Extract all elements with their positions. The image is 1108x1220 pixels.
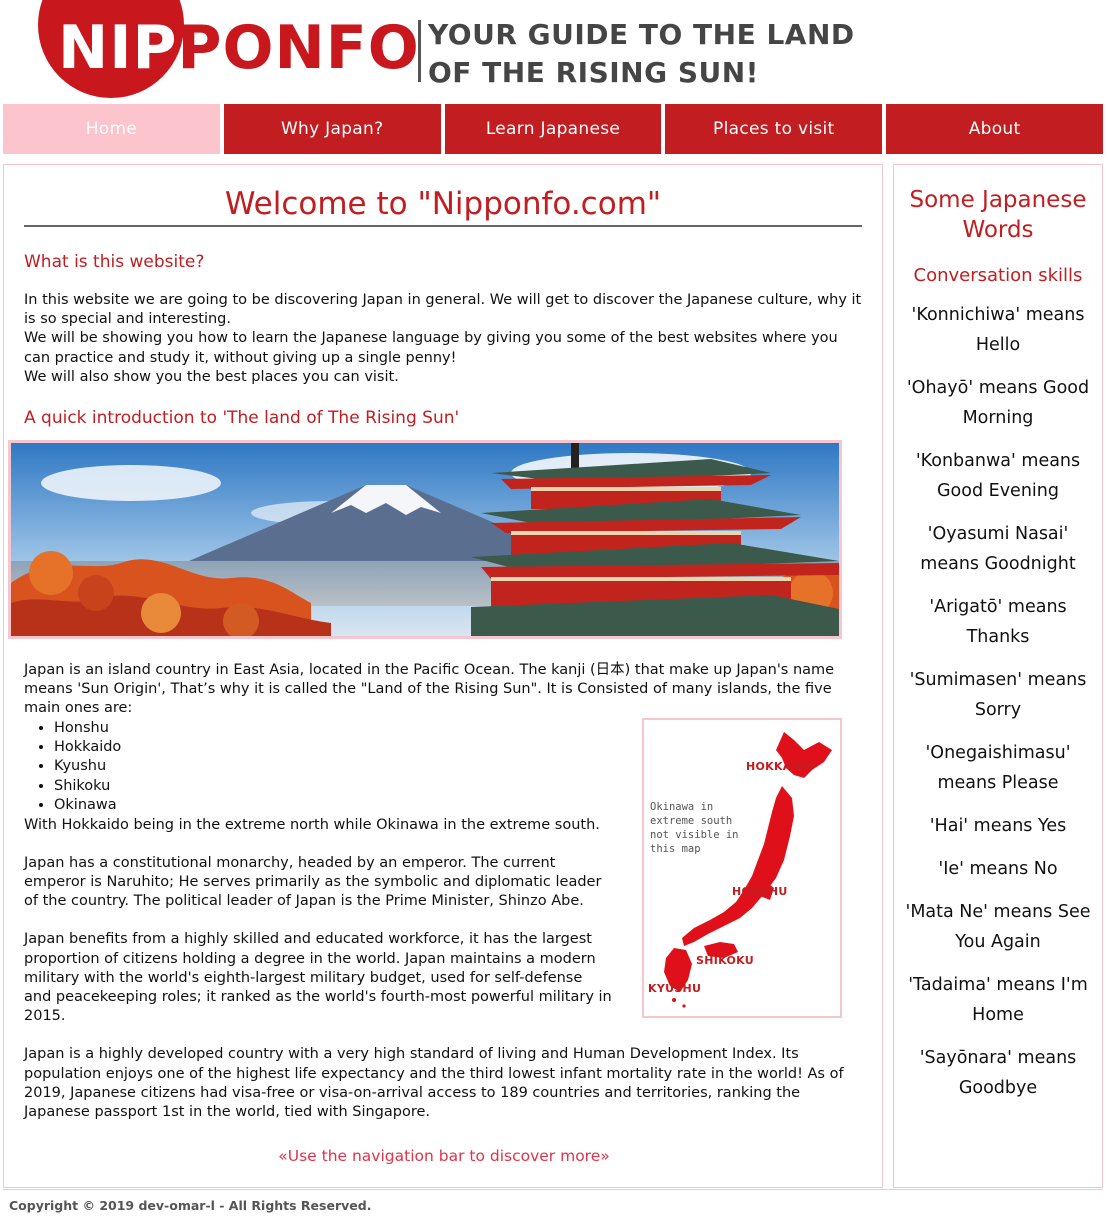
word-item: 'Ohayō' means Good Morning xyxy=(906,378,1090,428)
intro-paragraph-2: We will be showing you how to learn the … xyxy=(24,330,838,366)
word-item: 'Arigatō' means Thanks xyxy=(929,597,1067,647)
word-item: 'Mata Ne' means See You Again xyxy=(905,902,1091,952)
section-heading-intro: A quick introduction to 'The land of The… xyxy=(24,408,460,429)
main-content: Welcome to "Nipponfo.com" What is this w… xyxy=(3,164,883,1188)
site-footer: Copyright © 2019 dev-omar-l - All Rights… xyxy=(3,1189,1103,1220)
copyright-text: Copyright © 2019 dev-omar-l - All Rights… xyxy=(9,1197,372,1213)
intro-block: In this website we are going to be disco… xyxy=(24,291,862,387)
word-item: 'Sumimasen' means Sorry xyxy=(909,670,1087,720)
discover-more-link[interactable]: «Use the navigation bar to discover more… xyxy=(24,1147,864,1165)
developed-country-paragraph: Japan is a highly developed country with… xyxy=(24,1046,844,1121)
site-logo[interactable]: NIPPONFO xyxy=(58,6,420,90)
tagline-line-1: YOUR GUIDE TO THE LAND xyxy=(428,18,855,51)
map-label-hokkaido: HOKKAIDO xyxy=(746,760,816,773)
sidebar-subtitle: Conversation skills xyxy=(913,265,1083,286)
hokkaido-okinawa-note: With Hokkaido being in the extreme north… xyxy=(24,816,600,833)
nav-why-japan[interactable]: Why Japan? xyxy=(223,104,441,154)
map-label-honshu: HONSHU xyxy=(732,885,788,898)
word-item: 'Oyasumi Nasai' means Goodnight xyxy=(920,524,1076,574)
logo-text-red: PONFO xyxy=(177,13,420,83)
monarchy-paragraph: Japan has a constitutional monarchy, hea… xyxy=(24,854,602,910)
intro-paragraph-1: In this website we are going to be disco… xyxy=(24,292,862,328)
word-item: 'Tadaima' means I'm Home xyxy=(908,975,1088,1025)
japanese-words-sidebar: Some Japanese Words Conversation skills … xyxy=(893,164,1103,1188)
word-item: 'Konnichiwa' means Hello xyxy=(911,305,1085,355)
intro-paragraph-3: We will also show you the best places yo… xyxy=(24,368,399,385)
nav-learn-japanese[interactable]: Learn Japanese xyxy=(444,104,662,154)
nav-places-to-visit[interactable]: Places to visit xyxy=(665,104,883,154)
site-tagline: YOUR GUIDE TO THE LAND OF THE RISING SUN… xyxy=(428,16,855,92)
word-item: 'Hai' means Yes xyxy=(929,816,1067,836)
word-item: 'Konbanwa' means Good Evening xyxy=(915,451,1081,501)
word-item: 'Onegaishimasu' means Please xyxy=(925,743,1071,793)
fuji-pagoda-illustration xyxy=(11,443,839,636)
logo-divider xyxy=(418,20,421,82)
page-title: Welcome to "Nipponfo.com" xyxy=(24,185,862,227)
nav-home[interactable]: Home xyxy=(3,104,220,154)
word-item: 'Ie' means No xyxy=(938,859,1058,879)
map-label-kyushu: KYUSHU xyxy=(648,982,702,995)
site-header: NIPPONFO YOUR GUIDE TO THE LAND OF THE R… xyxy=(0,0,1108,103)
main-nav: Home Why Japan? Learn Japanese Places to… xyxy=(3,104,1103,154)
section-heading-what: What is this website? xyxy=(24,252,205,272)
sidebar-title: Some Japanese Words xyxy=(909,187,1087,243)
japan-map: Okinawa in extreme south not visible in … xyxy=(642,718,842,1018)
logo-text-white: NIP xyxy=(58,13,178,83)
workforce-paragraph: Japan benefits from a highly skilled and… xyxy=(24,931,612,1025)
tagline-line-2: OF THE RISING SUN! xyxy=(428,56,759,89)
okinawa-note: Okinawa in extreme south not visible in … xyxy=(650,801,739,855)
word-item: 'Sayōnara' means Goodbye xyxy=(919,1048,1077,1098)
fuji-pagoda-banner xyxy=(8,440,842,639)
map-label-shikoku: SHIKOKU xyxy=(696,954,754,967)
japan-overview-paragraph: Japan is an island country in East Asia,… xyxy=(24,662,835,717)
nav-about[interactable]: About xyxy=(886,104,1103,154)
